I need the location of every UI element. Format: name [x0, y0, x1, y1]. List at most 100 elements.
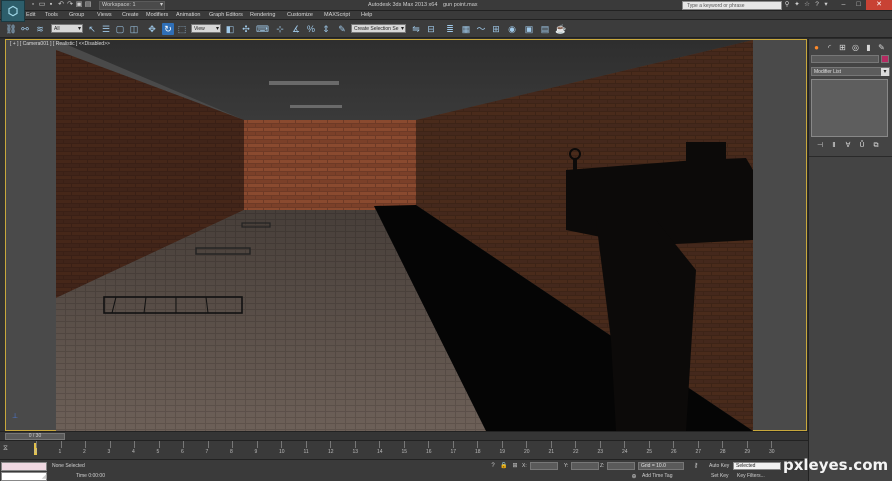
help-icon[interactable]: ? — [813, 1, 821, 9]
add-time-tag-button[interactable]: Add Time Tag — [642, 473, 672, 480]
material-editor-icon[interactable]: ◉ — [506, 23, 518, 35]
menu-animation[interactable]: Animation — [176, 11, 200, 20]
hierarchy-tab-icon[interactable]: ⊞ — [837, 42, 848, 53]
snap-toggle-icon[interactable]: ⊹ — [274, 23, 286, 35]
modify-tab-icon[interactable]: ◜ — [824, 42, 835, 53]
timeline-tick-label: 18 — [475, 449, 481, 455]
rotate-icon[interactable]: ↻ — [162, 23, 174, 35]
search-input[interactable]: Type a keyword or phrase — [682, 1, 782, 10]
help-dropdown-icon[interactable]: ▾ — [822, 1, 830, 9]
z-coord-input[interactable] — [607, 462, 635, 470]
menu-maxscript[interactable]: MAXScript — [324, 11, 350, 20]
key-selection-dropdown[interactable]: Selected — [733, 462, 781, 470]
modifier-list-dropdown[interactable]: Modifier List — [811, 67, 890, 76]
key-filters-button[interactable]: Key Filters... — [737, 473, 765, 480]
camera-viewport[interactable]: [ + ] [ Camera001 ] [ Realistic ] <<Disa… — [5, 39, 807, 431]
render-production-icon[interactable]: ☕ — [555, 23, 567, 35]
rect-selection-icon[interactable]: ▢ — [114, 23, 126, 35]
curve-editor-icon[interactable]: 〜 — [475, 23, 487, 35]
menu-help[interactable]: Help — [361, 11, 372, 20]
binoculars-icon[interactable]: ⚲ — [783, 1, 791, 9]
time-slider-knob[interactable]: 0 / 30 — [5, 433, 65, 440]
communication-icon[interactable]: ☆ — [803, 1, 811, 9]
move-icon[interactable]: ✥ — [146, 23, 158, 35]
hold-icon[interactable]: ▣ — [75, 1, 83, 9]
time-slider[interactable]: 0 / 30 — [0, 431, 808, 440]
layer-manager-icon[interactable]: ≣ — [444, 23, 456, 35]
menu-rendering[interactable]: Rendering — [250, 11, 275, 20]
workspace-dropdown[interactable]: Workspace: 1 — [99, 1, 165, 10]
app-logo-button[interactable]: ⬡ — [1, 0, 25, 22]
maximize-button[interactable]: □ — [851, 0, 866, 10]
open-file-icon[interactable]: ▭ — [38, 1, 46, 9]
set-key-button[interactable]: Set Key — [711, 473, 729, 480]
new-file-icon[interactable]: ▫ — [29, 1, 37, 9]
bind-space-warp-icon[interactable]: ≋ — [34, 23, 46, 35]
add-time-tag-icon[interactable]: ⊕ — [630, 473, 638, 481]
isolate-icon[interactable]: ? — [489, 462, 497, 470]
pin-stack-icon[interactable]: ⊣ — [815, 141, 825, 151]
close-button[interactable]: ✕ — [866, 0, 892, 10]
track-bar[interactable]: ⧖ 0 1 2 3 4 5 6 7 8 9 10 11 12 13 14 15 16 17 18 19 20 21 22 23… — [0, 440, 808, 459]
auto-key-button[interactable]: Auto Key — [709, 463, 729, 470]
fetch-icon[interactable]: ▤ — [84, 1, 92, 9]
maxscript-arrow-icon[interactable]: ◢ — [40, 473, 48, 481]
subscription-icon[interactable]: ✦ — [793, 1, 801, 9]
remove-modifier-icon[interactable]: Ů — [857, 141, 867, 151]
timeline-tick-label: 9 — [254, 449, 258, 455]
percent-snap-icon[interactable]: % — [305, 23, 317, 35]
key-icon[interactable]: ⚷ — [692, 462, 700, 470]
menu-edit[interactable]: Edit — [26, 11, 35, 20]
window-crossing-icon[interactable]: ◫ — [128, 23, 140, 35]
minimize-button[interactable]: – — [836, 0, 851, 10]
create-tab-icon[interactable]: ● — [811, 42, 822, 53]
unlink-icon[interactable]: ⚯ — [19, 23, 31, 35]
menu-modifiers[interactable]: Modifiers — [146, 11, 168, 20]
select-by-name-icon[interactable]: ☰ — [100, 23, 112, 35]
make-unique-icon[interactable]: ∀ — [843, 141, 853, 151]
object-color-swatch[interactable] — [881, 55, 889, 63]
lock-selection-icon[interactable]: 🔒 — [500, 462, 508, 470]
align-icon[interactable]: ⊟ — [425, 23, 437, 35]
absolute-mode-icon[interactable]: ⊞ — [511, 462, 519, 470]
edit-named-selection-icon[interactable]: ✎ — [336, 23, 348, 35]
maxscript-listener-input[interactable] — [1, 462, 47, 471]
configure-modifier-icon[interactable]: ⧉ — [871, 141, 881, 151]
link-icon[interactable]: ⛓ — [5, 23, 17, 35]
schematic-view-icon[interactable]: ⊞ — [490, 23, 502, 35]
named-selection-dropdown[interactable]: Create Selection Se — [351, 24, 406, 33]
utilities-tab-icon[interactable]: ✎ — [876, 42, 887, 53]
x-coord-input[interactable] — [530, 462, 558, 470]
select-manipulate-icon[interactable]: ✣ — [240, 23, 252, 35]
select-object-icon[interactable]: ↖ — [86, 23, 98, 35]
menu-graph-editors[interactable]: Graph Editors — [209, 11, 243, 20]
pivot-center-icon[interactable]: ◧ — [224, 23, 236, 35]
viewport-label[interactable]: [ + ] [ Camera001 ] [ Realistic ] <<Disa… — [10, 41, 110, 47]
spinner-snap-icon[interactable]: ⇕ — [320, 23, 332, 35]
display-tab-icon[interactable]: ▮ — [863, 42, 874, 53]
menu-customize[interactable]: Customize — [287, 11, 313, 20]
redo-icon[interactable]: ↷ — [66, 1, 74, 9]
save-file-icon[interactable]: ▪ — [47, 1, 55, 9]
mini-curve-editor-icon[interactable]: ⧖ — [3, 445, 13, 455]
show-end-result-icon[interactable]: Ⅱ — [829, 141, 839, 151]
angle-snap-icon[interactable]: ∡ — [290, 23, 302, 35]
menu-tools[interactable]: Tools — [45, 11, 58, 20]
menu-group[interactable]: Group — [69, 11, 84, 20]
render-setup-icon[interactable]: ▣ — [523, 23, 535, 35]
motion-tab-icon[interactable]: ◎ — [850, 42, 861, 53]
timeline-tick — [60, 441, 62, 448]
menu-create[interactable]: Create — [122, 11, 139, 20]
selection-filter-dropdown[interactable]: All — [51, 24, 83, 33]
undo-icon[interactable]: ↶ — [57, 1, 65, 9]
modifier-stack[interactable] — [811, 79, 888, 137]
keyboard-shortcut-icon[interactable]: ⌨ — [256, 23, 269, 35]
reference-coord-dropdown[interactable]: View — [191, 24, 221, 33]
object-name-input[interactable] — [811, 55, 879, 63]
y-coord-input[interactable] — [571, 462, 599, 470]
mirror-icon[interactable]: ⇋ — [410, 23, 422, 35]
rendered-frame-icon[interactable]: ▤ — [539, 23, 551, 35]
graphite-ribbon-icon[interactable]: ▦ — [460, 23, 472, 35]
scale-icon[interactable]: ⬚ — [176, 23, 188, 35]
menu-views[interactable]: Views — [97, 11, 112, 20]
